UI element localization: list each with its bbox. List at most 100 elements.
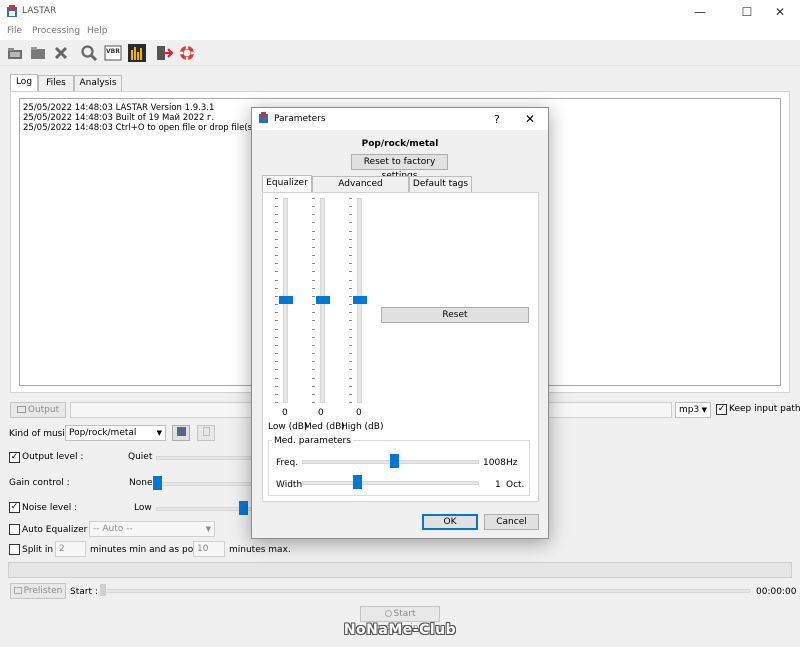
menu-bar: [0, 24, 800, 40]
slider-tick: [275, 386, 278, 387]
dialog-help-button[interactable]: ?: [494, 113, 500, 126]
auto-equalizer-label: Auto Equalizer :: [22, 525, 94, 535]
slider-tick: [275, 378, 278, 379]
slider-tick: [349, 296, 352, 297]
ok-button[interactable]: OK: [422, 514, 478, 530]
tab-files[interactable]: Files: [38, 75, 74, 91]
tab-log[interactable]: Log: [10, 74, 38, 92]
slider-tick: [312, 222, 315, 223]
slider-tick: [275, 239, 278, 240]
log-line: 25/05/2022 14:48:03 LASTAR Version 1.9.3…: [23, 103, 215, 113]
slider-tick: [312, 255, 315, 256]
noise-level-slider-thumb[interactable]: [239, 501, 248, 515]
exit-icon[interactable]: [155, 44, 173, 62]
noise-level-label: Noise level :: [22, 503, 78, 513]
slider-tick: [349, 222, 352, 223]
high-slider-thumb[interactable]: [353, 296, 367, 304]
gain-control-slider-thumb[interactable]: [153, 476, 162, 490]
auto-equalizer-checkbox[interactable]: [9, 524, 20, 535]
vbr-icon[interactable]: VBR: [104, 44, 122, 62]
playback-position-thumb[interactable]: [100, 584, 106, 596]
slider-tick: [312, 304, 315, 305]
spectrum-icon[interactable]: [128, 44, 146, 62]
menu-processing[interactable]: Processing: [32, 26, 80, 36]
slider-tick: [275, 255, 278, 256]
close-button[interactable]: ✕: [760, 0, 800, 24]
help-lifebuoy-icon[interactable]: [178, 44, 196, 62]
slider-tick: [349, 369, 352, 370]
split-max-input[interactable]: 10: [193, 541, 225, 557]
save-icon: [176, 427, 186, 436]
vbr-label: VBR: [106, 48, 120, 55]
remove-icon[interactable]: [52, 44, 70, 62]
width-slider[interactable]: [302, 481, 479, 485]
folder-icon: [16, 406, 26, 413]
slider-tick: [275, 247, 278, 248]
slider-tick: [349, 280, 352, 281]
output-level-checkbox[interactable]: ✓: [9, 452, 20, 463]
output-button[interactable]: Output: [10, 402, 66, 418]
output-level-slider[interactable]: [156, 456, 251, 460]
tab-equalizer[interactable]: Equalizer: [262, 175, 312, 193]
slider-tick: [312, 198, 315, 199]
low-slider-thumb[interactable]: [279, 296, 293, 304]
output-level-label: Output level :: [22, 452, 84, 462]
minimize-button[interactable]: —: [680, 0, 720, 24]
slider-tick: [349, 255, 352, 256]
med-ticks: [312, 198, 315, 403]
slider-tick: [349, 402, 352, 403]
noise-level-checkbox[interactable]: ✓: [9, 502, 20, 513]
slider-tick: [349, 329, 352, 330]
menu-help[interactable]: Help: [87, 26, 108, 36]
tab-default-tags[interactable]: Default tags: [409, 176, 472, 192]
delete-preset-button[interactable]: [197, 425, 215, 441]
gain-control-slider[interactable]: [156, 482, 251, 486]
freq-label: Freq.: [276, 458, 299, 468]
eq-reset-button[interactable]: Reset: [381, 307, 529, 323]
tab-analysis[interactable]: Analysis: [74, 75, 122, 91]
width-value: 1: [495, 480, 501, 490]
prelisten-button[interactable]: Prelisten: [10, 583, 66, 599]
med-parameters-group: [268, 440, 530, 496]
open-folder-icon[interactable]: [29, 44, 47, 62]
slider-tick: [312, 239, 315, 240]
kind-of-music-select[interactable]: Pop/rock/metal ▼: [65, 425, 166, 441]
tab-advanced-parameters[interactable]: Advanced parameters: [312, 176, 409, 204]
split-min-input[interactable]: 2: [55, 541, 86, 557]
slider-tick: [312, 394, 315, 395]
keep-input-path-label: Keep input path: [729, 404, 800, 414]
format-select[interactable]: mp3 ▼: [675, 402, 711, 418]
high-value: 0: [356, 408, 362, 418]
slider-tick: [312, 320, 315, 321]
med-slider-thumb[interactable]: [316, 296, 330, 304]
reset-factory-button[interactable]: Reset to factory settings: [351, 154, 448, 181]
playback-position-slider[interactable]: [100, 589, 750, 593]
dialog-close-button[interactable]: ✕: [525, 112, 535, 126]
start-processing-button[interactable]: Start processing: [360, 606, 440, 633]
open-file-icon[interactable]: [6, 44, 24, 62]
slider-tick: [275, 394, 278, 395]
split-checkbox[interactable]: [9, 544, 20, 555]
width-slider-thumb[interactable]: [353, 475, 362, 489]
auto-equalizer-select[interactable]: -- Auto -- ▼: [89, 521, 215, 537]
play-icon: [13, 587, 22, 594]
slider-tick: [349, 247, 352, 248]
search-icon[interactable]: [80, 44, 98, 62]
menu-file[interactable]: File: [7, 26, 22, 36]
save-preset-button[interactable]: [172, 425, 190, 441]
log-line: 25/05/2022 14:48:03 Built of 19 Май 2022…: [23, 113, 215, 123]
slider-tick: [312, 386, 315, 387]
chevron-down-icon: ▼: [156, 429, 162, 437]
cancel-button[interactable]: Cancel: [484, 514, 539, 530]
dialog-app-icon: [258, 112, 269, 124]
slider-tick: [312, 378, 315, 379]
slider-tick: [275, 288, 278, 289]
keep-input-path-checkbox[interactable]: ✓: [716, 404, 727, 415]
slider-tick: [349, 271, 352, 272]
slider-tick: [312, 312, 315, 313]
freq-slider-thumb[interactable]: [390, 454, 399, 468]
slider-tick: [275, 369, 278, 370]
slider-tick: [312, 263, 315, 264]
noise-level-slider[interactable]: [156, 507, 251, 511]
slider-tick: [349, 198, 352, 199]
